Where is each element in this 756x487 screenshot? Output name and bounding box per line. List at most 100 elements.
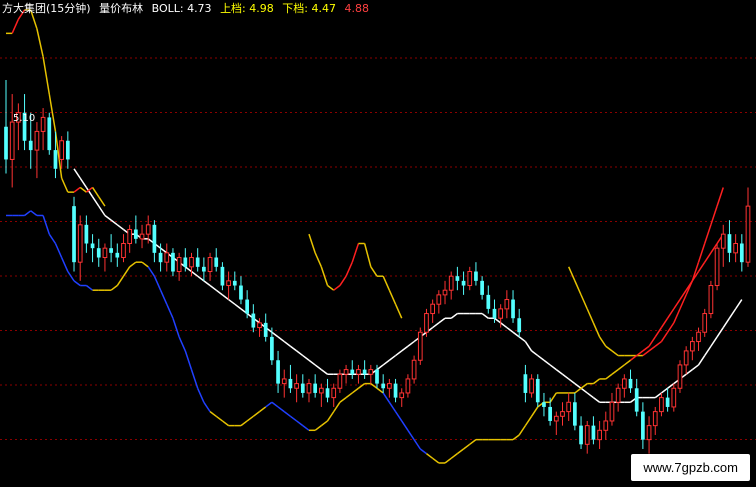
candle-body-down — [461, 280, 466, 286]
candle-body-up — [368, 369, 374, 375]
middle-band-segment — [91, 196, 100, 207]
boll-chart — [0, 9, 756, 464]
candle-body-down — [641, 411, 645, 440]
candle-body-up — [127, 228, 133, 245]
upper-band-segment — [60, 177, 69, 193]
lower-band-segment — [159, 289, 168, 305]
upper-band-segment — [673, 308, 681, 324]
middle-band-segment — [407, 340, 415, 347]
candle-body-up — [189, 257, 194, 268]
upper-band-segment — [691, 261, 700, 282]
middle-band-segment — [228, 298, 236, 305]
candle-body-down — [455, 276, 460, 281]
lower-band-segment — [524, 415, 533, 427]
lower-band-segment — [382, 392, 390, 403]
middle-band-segment — [537, 354, 545, 361]
candle-body-down — [393, 383, 398, 398]
lower-band-segment — [605, 373, 613, 380]
candle-body-down — [313, 383, 318, 393]
middle-band-segment — [716, 327, 724, 338]
upper-band-value: 上档: 4.98 — [220, 2, 274, 15]
upper-band-segment — [704, 224, 712, 244]
middle-band-segment — [308, 359, 316, 366]
candle-body-up — [40, 116, 46, 132]
upper-band-segment — [716, 187, 724, 207]
candle-body-up — [77, 224, 83, 263]
upper-band-segment — [592, 322, 601, 338]
candle-body-up — [387, 383, 392, 389]
lower-band-segment — [704, 252, 712, 263]
candle-body-up — [281, 378, 287, 385]
upper-band-segment — [370, 266, 378, 277]
lower-band-segment — [246, 415, 254, 422]
lower-band-segment — [178, 336, 187, 352]
middle-band-segment — [691, 364, 699, 371]
middle-band-segment — [722, 317, 731, 328]
middle-band-segment — [512, 331, 520, 338]
upper-band-segment — [91, 187, 100, 198]
lower-band-segment — [320, 420, 328, 427]
lower-band-segment — [184, 350, 193, 370]
middle-band-segment — [562, 373, 570, 380]
candle-body-up — [207, 257, 213, 273]
middle-band-segment — [73, 168, 81, 179]
candle-body-down — [251, 313, 256, 328]
candle-body-down — [214, 257, 219, 267]
candle-body-down — [270, 336, 274, 361]
lower-band-segment — [530, 406, 539, 417]
upper-band-segment — [308, 233, 316, 254]
lower-band-segment — [463, 443, 471, 450]
candle-body-down — [350, 369, 355, 375]
candle-body-down — [480, 280, 484, 295]
upper-band-segment — [36, 28, 44, 57]
middle-band-segment — [401, 345, 409, 352]
middle-band-segment — [197, 275, 205, 282]
candle-body-down — [511, 299, 515, 319]
candle-body-up — [399, 392, 405, 399]
lower-band-segment — [73, 280, 81, 287]
lower-band-segment — [394, 411, 403, 422]
candle-body-up — [306, 383, 312, 394]
upper-band-segment — [660, 331, 669, 342]
middle-band-segment — [531, 350, 539, 357]
candle-body-down — [72, 206, 76, 263]
candle-body-down — [4, 126, 8, 160]
middle-band-segment — [555, 368, 563, 375]
middle-band-segment — [438, 317, 446, 324]
lower-band-segment — [110, 284, 118, 291]
lower-band-segment — [271, 401, 279, 408]
middle-band-segment — [302, 354, 310, 361]
candle-body-down — [300, 383, 305, 393]
candle-body-up — [566, 401, 572, 413]
candle-body-down — [133, 229, 138, 239]
middle-band-segment — [320, 368, 328, 375]
middle-band-segment — [116, 224, 124, 231]
candle-body-up — [603, 420, 609, 431]
candle-body-down — [152, 224, 157, 253]
candle-body-down — [96, 248, 101, 258]
lower-band-segment — [252, 411, 260, 417]
middle-band-segment — [654, 392, 662, 399]
candle-body-down — [220, 266, 225, 286]
candle-body-down — [535, 378, 540, 403]
candle-body-up — [504, 299, 510, 310]
candle-body-down — [665, 397, 670, 407]
lower-band-segment — [401, 420, 409, 431]
lower-band-segment — [172, 317, 180, 338]
candle-body-down — [492, 308, 497, 319]
middle-band-segment — [104, 214, 112, 221]
candle-body-up — [615, 387, 621, 403]
middle-band-segment — [518, 336, 526, 343]
lower-band-segment — [333, 401, 341, 413]
candle-body-up — [145, 224, 151, 235]
candle-body-down — [739, 243, 744, 263]
candle-body-up — [34, 130, 40, 151]
lower-band-value: 下档: 4.47 — [282, 2, 336, 15]
candle-body-up — [139, 233, 145, 240]
candle-body-up — [331, 387, 337, 399]
lower-band-segment — [370, 383, 378, 389]
candle-body-up — [696, 331, 701, 343]
lower-band-segment — [196, 387, 205, 403]
upper-band-segment — [11, 19, 20, 34]
lower-band-segment — [48, 233, 57, 244]
